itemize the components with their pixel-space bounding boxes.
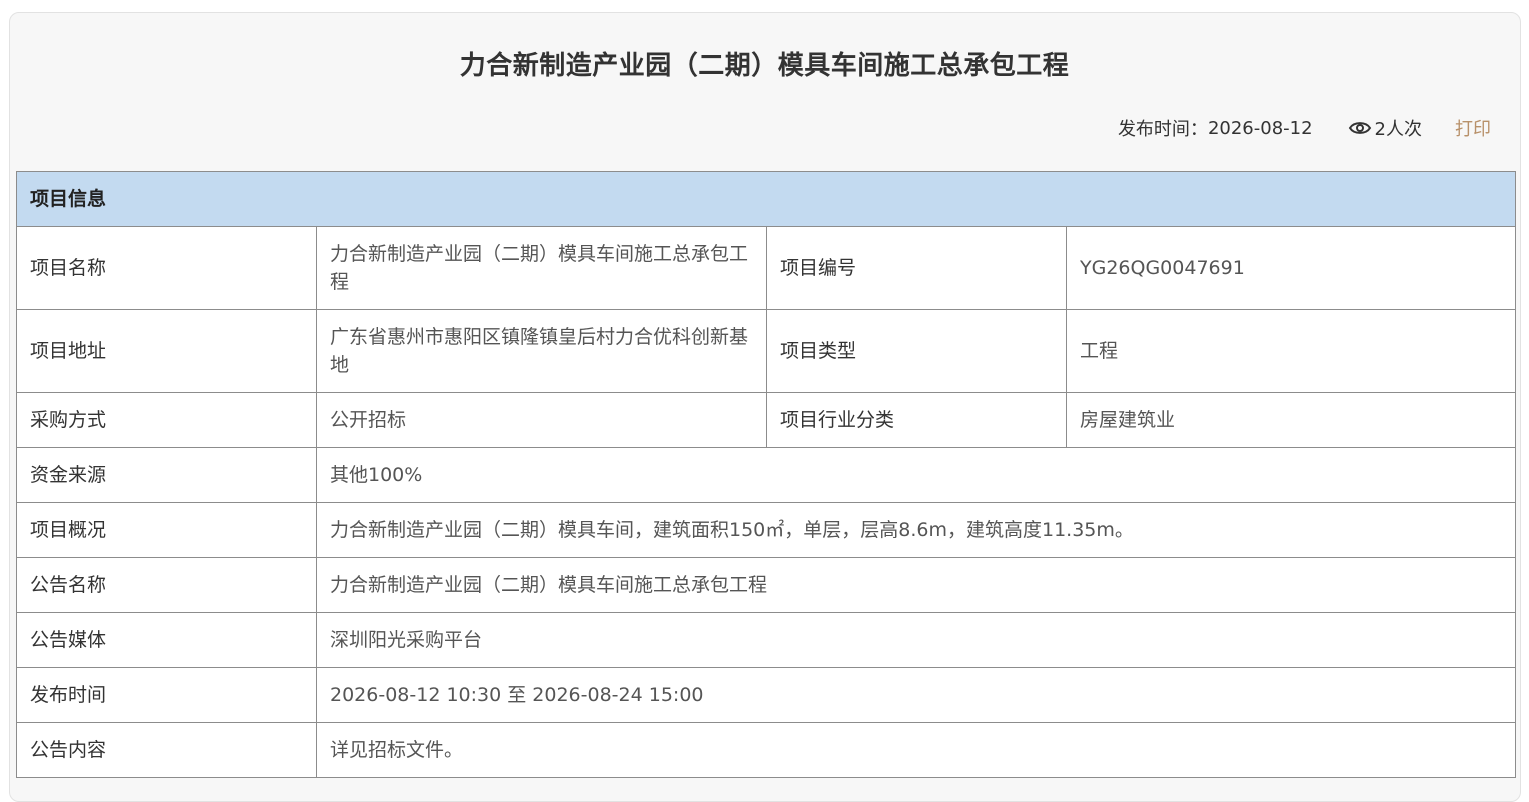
publish-time-value: 2026-08-12 10:30 至 2026-08-24 15:00 xyxy=(315,667,1517,723)
table-row: 公告媒体 深圳阳光采购平台 xyxy=(16,612,1517,668)
project-info-table: 项目信息 项目名称 力合新制造产业园（二期）模具车间施工总承包工程 项目编号 Y… xyxy=(15,171,1517,778)
project-address-value: 广东省惠州市惠阳区镇隆镇皇后村力合优科创新基地 xyxy=(316,309,767,393)
publish-label: 发布时间： xyxy=(1117,119,1208,140)
view-count-text: 2人次 xyxy=(1374,119,1422,140)
table-row: 项目名称 力合新制造产业园（二期）模具车间施工总承包工程 项目编号 YG26QG… xyxy=(16,226,1517,310)
project-code-value: YG26QG0047691 xyxy=(1065,226,1517,310)
publish-time-label: 发布时间 xyxy=(16,667,317,723)
table-row: 采购方式 公开招标 项目行业分类 房屋建筑业 xyxy=(16,392,1517,448)
print-link[interactable]: 打印 xyxy=(1455,115,1491,141)
table-row: 资金来源 其他100% xyxy=(16,447,1517,503)
notice-name-value: 力合新制造产业园（二期）模具车间施工总承包工程 xyxy=(315,557,1517,613)
funding-label: 资金来源 xyxy=(16,447,317,503)
notice-media-value: 深圳阳光采购平台 xyxy=(315,612,1517,668)
notice-media-label: 公告媒体 xyxy=(16,612,317,668)
project-type-value: 工程 xyxy=(1065,309,1517,393)
procurement-method-label: 采购方式 xyxy=(16,392,317,448)
page-title: 力合新制造产业园（二期）模具车间施工总承包工程 xyxy=(459,51,1070,81)
industry-value: 房屋建筑业 xyxy=(1065,392,1517,448)
publish-info: 发布时间： 2026-08-12 xyxy=(1118,115,1313,141)
project-type-label: 项目类型 xyxy=(766,309,1067,393)
notice-content-value: 详见招标文件。 xyxy=(315,722,1517,778)
table-row: 项目地址 广东省惠州市惠阳区镇隆镇皇后村力合优科创新基地 项目类型 工程 xyxy=(16,309,1517,393)
table-row: 发布时间 2026-08-12 10:30 至 2026-08-24 15:00 xyxy=(16,667,1517,723)
notice-content-label: 公告内容 xyxy=(16,722,317,778)
table-row: 项目概况 力合新制造产业园（二期）模具车间，建筑面积150㎡，单层，层高8.6m… xyxy=(16,502,1517,558)
eye-icon xyxy=(1348,122,1371,134)
project-address-label: 项目地址 xyxy=(16,309,317,393)
project-code-label: 项目编号 xyxy=(766,226,1067,310)
table-row: 公告名称 力合新制造产业园（二期）模具车间施工总承包工程 xyxy=(16,557,1517,613)
overview-value: 力合新制造产业园（二期）模具车间，建筑面积150㎡，单层，层高8.6m，建筑高度… xyxy=(315,502,1517,558)
meta-bar: 发布时间： 2026-08-12 2人次 打印 xyxy=(1118,115,1491,141)
view-count: 2人次 xyxy=(1348,115,1422,141)
section-header: 项目信息 xyxy=(15,171,1517,227)
project-name-label: 项目名称 xyxy=(16,226,317,310)
notice-name-label: 公告名称 xyxy=(16,557,317,613)
funding-value: 其他100% xyxy=(315,447,1517,503)
overview-label: 项目概况 xyxy=(16,502,317,558)
publish-date: 2026-08-12 xyxy=(1207,117,1313,139)
procurement-method-value: 公开招标 xyxy=(316,392,767,448)
table-row: 公告内容 详见招标文件。 xyxy=(16,722,1517,778)
project-name-value: 力合新制造产业园（二期）模具车间施工总承包工程 xyxy=(316,226,767,310)
industry-label: 项目行业分类 xyxy=(766,392,1067,448)
